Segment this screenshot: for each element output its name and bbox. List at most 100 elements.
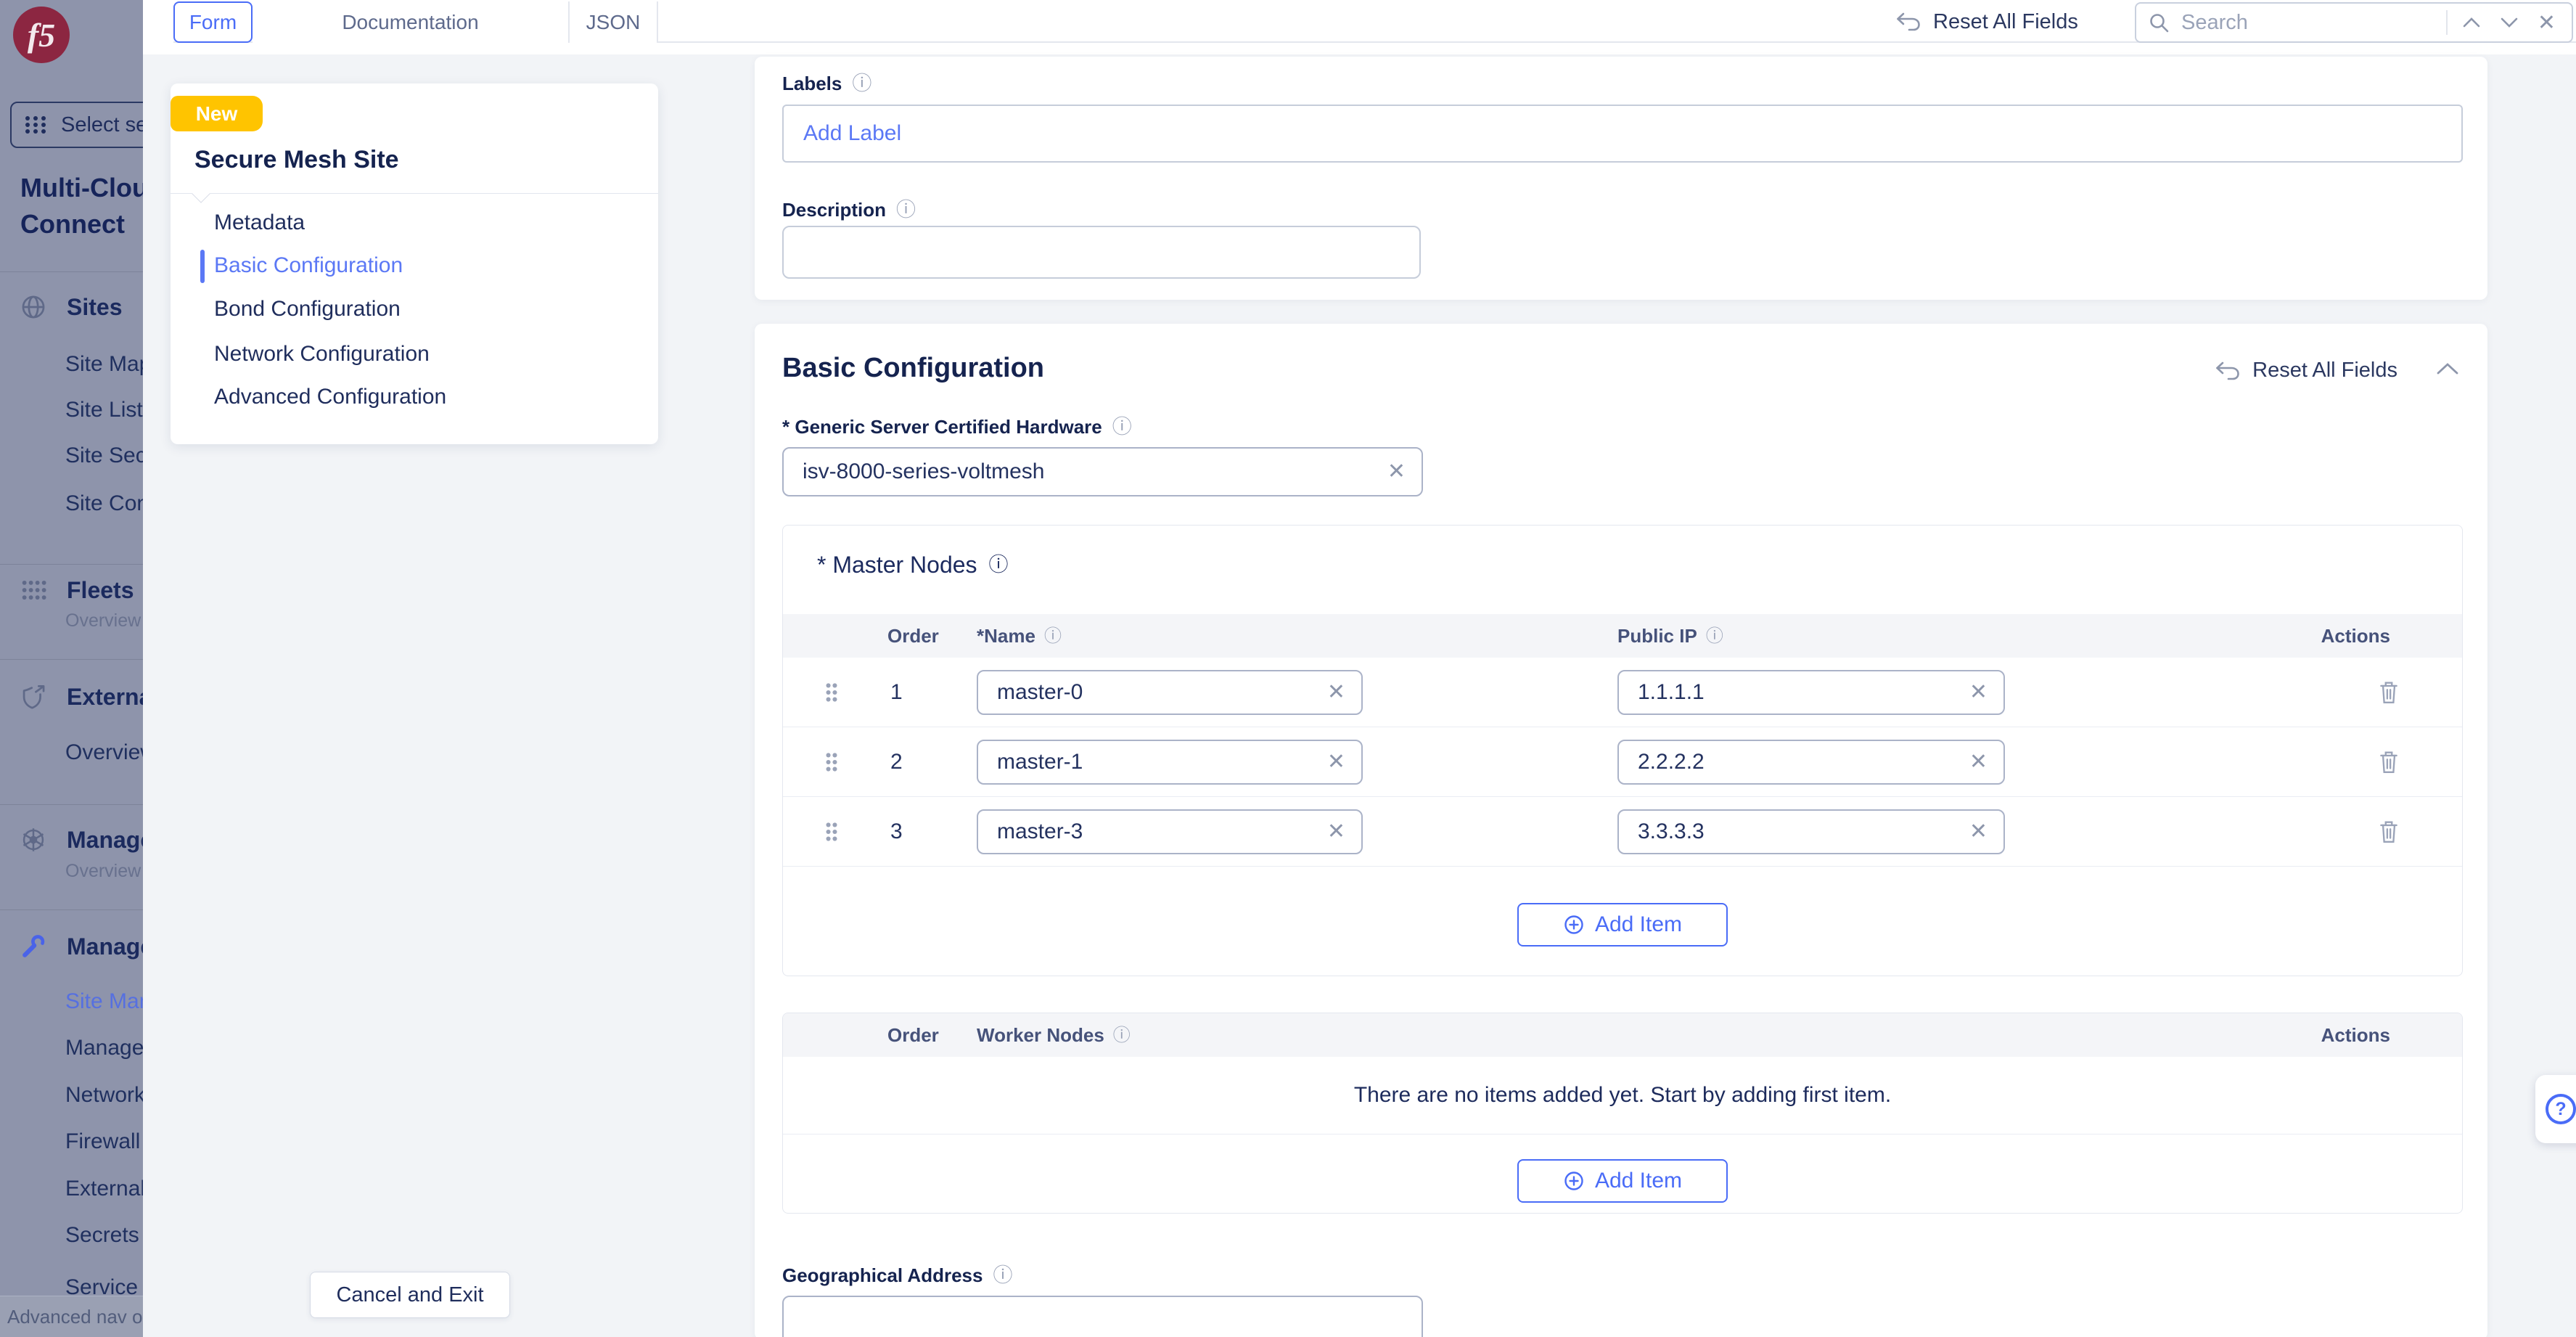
metadata-card: Labels ⓘ Add Label Description ⓘ	[755, 57, 2487, 300]
empty-state-message: There are no items added yet. Start by a…	[783, 1057, 2462, 1134]
wizard-step-bond-configuration[interactable]: Bond Configuration	[214, 297, 401, 322]
delete-row-icon[interactable]	[2378, 819, 2400, 844]
sidebar-item-external-services[interactable]: External S	[65, 1177, 143, 1201]
tab-form[interactable]: Form	[173, 1, 253, 43]
sidebar-item-site-management[interactable]: Site Mana	[65, 989, 143, 1014]
node-ip-input[interactable]	[1617, 809, 2005, 854]
shield-arrow-icon	[20, 684, 46, 710]
section-reset-all-fields-button[interactable]: Reset All Fields	[2215, 359, 2397, 383]
sidebar-section-external[interactable]: External	[20, 682, 143, 712]
clear-icon[interactable]: ✕	[1969, 821, 1988, 843]
search-divider	[2446, 10, 2448, 35]
description-input[interactable]	[782, 226, 1421, 279]
sidebar-section-managed[interactable]: Managed	[20, 825, 143, 855]
sidebar-item-site-map[interactable]: Site Map	[65, 352, 143, 377]
search-prev-icon[interactable]	[2458, 17, 2485, 28]
sidebar-section-fleets[interactable]: Fleets	[20, 575, 134, 605]
cancel-and-exit-button[interactable]: Cancel and Exit	[310, 1272, 510, 1318]
column-order: Order	[887, 614, 939, 658]
reset-all-fields-button[interactable]: Reset All Fields	[1895, 0, 2078, 44]
drag-handle-icon[interactable]	[825, 682, 838, 703]
collapse-section-icon[interactable]	[2435, 361, 2460, 376]
info-icon[interactable]: ⓘ	[989, 555, 1009, 575]
sidebar-item-site-connectivity[interactable]: Site Conn	[65, 491, 143, 516]
sidebar-section-label: External	[67, 684, 143, 711]
delete-row-icon[interactable]	[2378, 750, 2400, 774]
tab-json[interactable]: JSON	[570, 1, 658, 43]
add-master-node-button[interactable]: Add Item	[1517, 903, 1728, 946]
add-label-button[interactable]: Add Label	[803, 121, 901, 146]
sidebar-section-sites[interactable]: Sites	[20, 292, 122, 322]
drag-handle-icon[interactable]	[825, 752, 838, 772]
sidebar-subtitle-fleets-overview: Overview	[65, 610, 141, 631]
node-ip-input[interactable]	[1617, 740, 2005, 785]
new-badge: New	[171, 96, 263, 131]
labels-input-box[interactable]: Add Label	[782, 105, 2463, 163]
wizard-step-basic-configuration[interactable]: Basic Configuration	[214, 253, 403, 278]
clear-icon[interactable]: ✕	[1969, 751, 1988, 773]
description-input-wrap	[782, 226, 1421, 279]
wizard-step-advanced-configuration[interactable]: Advanced Configuration	[214, 385, 446, 409]
node-name-input[interactable]	[977, 670, 1363, 715]
row-order: 3	[890, 797, 903, 867]
advanced-nav-options[interactable]: Advanced nav o	[0, 1296, 143, 1337]
sidebar-item-networking[interactable]: Networki	[65, 1083, 143, 1108]
sidebar-subtitle-managed-overview: Overview	[65, 861, 141, 882]
geo-address-field-label: Geographical Address ⓘ	[782, 1264, 1012, 1287]
info-icon[interactable]: ⓘ	[993, 1266, 1012, 1285]
delete-row-icon[interactable]	[2378, 680, 2400, 705]
clear-icon[interactable]: ✕	[1969, 682, 1988, 703]
helm-wheel-icon	[20, 827, 46, 853]
worker-nodes-table-header: Order Worker Nodes ⓘ Actions	[783, 1013, 2462, 1057]
column-public-ip-text: Public IP	[1617, 614, 1697, 658]
node-name-input[interactable]	[977, 740, 1363, 785]
geo-address-input[interactable]	[782, 1296, 1423, 1337]
node-name-input-wrap: ✕	[977, 809, 1363, 854]
info-icon[interactable]: ⓘ	[852, 74, 871, 94]
sidebar-item-manage-kubernetes[interactable]: Manage K	[65, 1036, 143, 1060]
clear-icon[interactable]: ✕	[1327, 751, 1345, 773]
sidebar-item-secrets[interactable]: Secrets	[65, 1223, 139, 1248]
node-ip-input[interactable]	[1617, 670, 2005, 715]
drag-handle-icon[interactable]	[825, 822, 838, 842]
undo-icon	[1895, 12, 1921, 32]
clear-icon[interactable]: ✕	[1387, 461, 1406, 483]
basic-configuration-card: Basic Configuration Reset All Fields * G…	[755, 324, 2487, 1337]
row-order: 1	[890, 658, 903, 727]
wizard-step-network-configuration[interactable]: Network Configuration	[214, 342, 430, 367]
sidebar-divider	[0, 909, 143, 910]
f5-logo[interactable]: f5	[13, 7, 70, 63]
node-name-input[interactable]	[977, 809, 1363, 854]
search-input[interactable]	[2180, 10, 2436, 36]
select-service-button[interactable]: Select se	[10, 102, 143, 148]
sidebar-item-firewall[interactable]: Firewall	[65, 1129, 140, 1154]
top-bar: Form Documentation JSON Reset All Fields	[143, 0, 2576, 54]
info-icon[interactable]: ⓘ	[1706, 627, 1723, 645]
hardware-input[interactable]	[782, 447, 1423, 496]
node-ip-input-wrap: ✕	[1617, 809, 2005, 854]
info-icon[interactable]: ⓘ	[896, 200, 916, 220]
node-ip-input-wrap: ✕	[1617, 740, 2005, 785]
search-close-icon[interactable]: ✕	[2533, 10, 2560, 36]
sidebar-item-site-list[interactable]: Site List	[65, 398, 143, 422]
sidebar-item-site-security[interactable]: Site Secur	[65, 443, 143, 468]
column-worker-nodes: Worker Nodes ⓘ	[977, 1013, 1131, 1057]
info-icon[interactable]: ⓘ	[1112, 417, 1132, 437]
tab-documentation[interactable]: Documentation	[253, 1, 570, 43]
sidebar-item-external-overview[interactable]: Overview	[65, 740, 143, 765]
add-worker-node-button[interactable]: Add Item	[1517, 1159, 1728, 1203]
clear-icon[interactable]: ✕	[1327, 682, 1345, 703]
question-mark-icon: ?	[2544, 1092, 2576, 1126]
search-next-icon[interactable]	[2495, 17, 2523, 28]
column-actions: Actions	[2321, 1013, 2390, 1057]
master-nodes-panel: * Master Nodes ⓘ Order *Name ⓘ Public IP…	[782, 525, 2463, 976]
wizard-step-metadata[interactable]: Metadata	[214, 210, 305, 235]
sidebar-section-manage[interactable]: Manage	[20, 931, 143, 962]
info-icon[interactable]: ⓘ	[1113, 1026, 1131, 1044]
clear-icon[interactable]: ✕	[1327, 821, 1345, 843]
app-window: Form Documentation JSON Reset All Fields	[0, 0, 2576, 1337]
help-button[interactable]: ?	[2535, 1075, 2576, 1143]
hardware-field-label: * Generic Server Certified Hardware ⓘ	[782, 416, 1132, 438]
info-icon[interactable]: ⓘ	[1044, 627, 1062, 645]
search-icon	[2148, 12, 2170, 33]
